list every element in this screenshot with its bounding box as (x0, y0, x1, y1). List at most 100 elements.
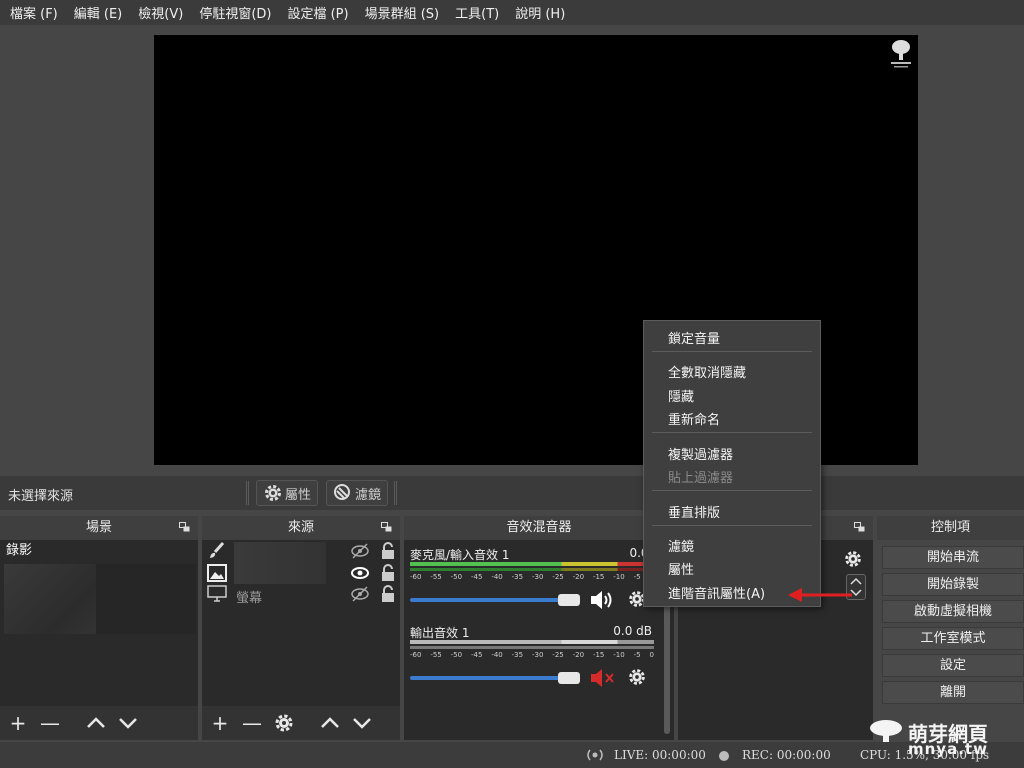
list-item[interactable] (202, 564, 400, 586)
mic-volume-slider[interactable] (410, 598, 574, 602)
brush-icon (210, 542, 225, 558)
move-up-icon[interactable] (84, 711, 108, 735)
sources-title: 來源 (287, 520, 314, 535)
filters-button[interactable]: 濾鏡 (326, 480, 389, 506)
menu-bar: 檔案 (F) 編輯 (E) 檢視(V) 停駐視窗(D) 設定檔 (P) 場景群組… (0, 0, 1024, 25)
speaker-muted-icon[interactable] (588, 666, 616, 690)
paste-filters-item: 貼上過濾器 (668, 471, 734, 486)
menu-file[interactable]: 檔案 (F) (2, 3, 66, 22)
unlock-icon[interactable] (378, 585, 398, 603)
unlock-icon[interactable] (378, 542, 398, 560)
scenes-title: 場景 (85, 520, 112, 535)
start-streaming-button[interactable]: 開始串流 (882, 546, 1024, 569)
remove-icon[interactable]: — (38, 711, 62, 735)
meter-tick-label: -25 (552, 651, 564, 659)
properties-button[interactable]: 屬性 (256, 480, 319, 506)
source-name: 螢幕 (236, 591, 263, 606)
rename-item[interactable]: 重新命名 (668, 409, 720, 428)
eye-icon[interactable] (350, 564, 370, 582)
float-dock-icon[interactable] (179, 522, 190, 532)
mic-volume-knob[interactable] (558, 594, 580, 606)
unlock-icon[interactable] (378, 564, 398, 582)
meter-tick-label: -5 (633, 573, 641, 581)
eye-hidden-icon[interactable] (350, 542, 370, 560)
meter-tick-label: -20 (572, 573, 585, 581)
settings-button[interactable]: 設定 (882, 654, 1024, 677)
advanced-audio-properties-item[interactable]: 進階音訊屬性(A) (668, 583, 765, 602)
lock-volume-item[interactable]: 鎖定音量 (668, 328, 720, 347)
unhide-all-item[interactable]: 全數取消隱藏 (668, 362, 746, 381)
menu-divider (652, 432, 812, 433)
speaker-icon[interactable] (588, 588, 616, 612)
annotation-arrow-icon (788, 588, 852, 602)
meter-tick-label: -35 (511, 651, 524, 659)
gear-icon[interactable] (842, 548, 864, 570)
controls-dock-title: 控制項 (877, 516, 1024, 540)
scenes-footer: + — (0, 706, 198, 740)
menu-docks[interactable]: 停駐視窗(D) (191, 3, 279, 22)
live-timer: LIVE: 00:00:00 (614, 748, 706, 762)
context-menu: 鎖定音量 全數取消隱藏 隱藏 重新命名 複製過濾器 貼上過濾器 垂直排版 濾鏡 … (643, 320, 821, 607)
meter-tick-label: -30 (531, 573, 544, 581)
meter-tick-label: -25 (552, 573, 564, 581)
meter-tick-label: -20 (572, 651, 585, 659)
start-recording-button[interactable]: 開始錄製 (882, 573, 1024, 596)
copy-filters-item[interactable]: 複製過濾器 (668, 444, 733, 463)
desktop-level-meter (410, 640, 654, 644)
tree-logo-icon (891, 40, 911, 68)
menu-view[interactable]: 檢視(V) (130, 3, 191, 22)
desktop-level-meter (410, 646, 654, 649)
record-dot-icon (719, 751, 729, 761)
list-item[interactable]: 錄影 (0, 540, 198, 562)
meter-tick-label: -10 (613, 573, 625, 581)
gear-icon[interactable] (272, 711, 296, 735)
vertical-layout-item[interactable]: 垂直排版 (668, 502, 720, 521)
mic-level-meter (410, 568, 654, 571)
meter-tick-label: 0 (649, 651, 654, 659)
menu-help[interactable]: 說明 (H) (507, 3, 573, 22)
status-bar: LIVE: 00:00:00 REC: 00:00:00 CPU: 1.5%, … (0, 742, 1024, 768)
rec-timer: REC: 00:00:00 (742, 748, 831, 762)
mixer-body: 麥克風/輸入音效 1 0.0 d -60-55-50-45-40-35-30-2… (404, 540, 674, 740)
start-virtual-camera-button[interactable]: 啟動虛擬相機 (882, 600, 1024, 623)
hide-item[interactable]: 隱藏 (668, 386, 694, 405)
filters-item[interactable]: 濾鏡 (668, 536, 694, 555)
filter-icon (334, 484, 350, 500)
scenes-list[interactable]: 錄影 (0, 540, 198, 706)
menu-tools[interactable]: 工具(T) (447, 3, 507, 22)
move-down-icon[interactable] (350, 711, 374, 735)
eye-hidden-icon[interactable] (350, 585, 370, 603)
mic-level-meter (410, 562, 654, 566)
tree-logo-icon (870, 720, 902, 742)
controls-title: 控制項 (930, 520, 970, 535)
float-dock-icon[interactable] (854, 522, 865, 532)
desktop-volume-slider[interactable] (410, 676, 574, 680)
desktop-volume-knob[interactable] (558, 672, 580, 684)
menu-edit[interactable]: 編輯 (E) (66, 3, 131, 22)
list-item[interactable] (202, 542, 400, 564)
studio-mode-button[interactable]: 工作室模式 (882, 627, 1024, 650)
menu-divider (652, 525, 812, 526)
properties-item[interactable]: 屬性 (668, 559, 694, 578)
exit-button[interactable]: 離開 (882, 681, 1024, 704)
list-item[interactable]: 螢幕 (202, 585, 400, 607)
meter-tick-label: -50 (450, 651, 463, 659)
gear-icon[interactable] (626, 666, 648, 688)
scene-blurred-area (96, 564, 196, 634)
monitor-icon (207, 585, 227, 602)
sources-dock-title: 來源 (202, 516, 400, 540)
toolbar-separator (394, 481, 397, 505)
menu-profile[interactable]: 設定檔 (P) (279, 3, 356, 22)
remove-icon[interactable]: — (240, 711, 264, 735)
move-down-icon[interactable] (116, 711, 140, 735)
float-dock-icon[interactable] (381, 522, 392, 532)
move-up-icon[interactable] (318, 711, 342, 735)
meter-tick-label: -60 (410, 573, 422, 581)
meter-tick-label: -40 (491, 651, 503, 659)
menu-scene-collection[interactable]: 場景群組 (S) (357, 3, 448, 22)
sources-list[interactable]: 螢幕 (202, 540, 400, 706)
sources-footer: + — (202, 706, 400, 740)
add-icon[interactable]: + (6, 711, 30, 735)
meter-ticks: -60-55-50-45-40-35-30-25-20-15-10-50 (410, 651, 654, 659)
add-icon[interactable]: + (208, 711, 232, 735)
